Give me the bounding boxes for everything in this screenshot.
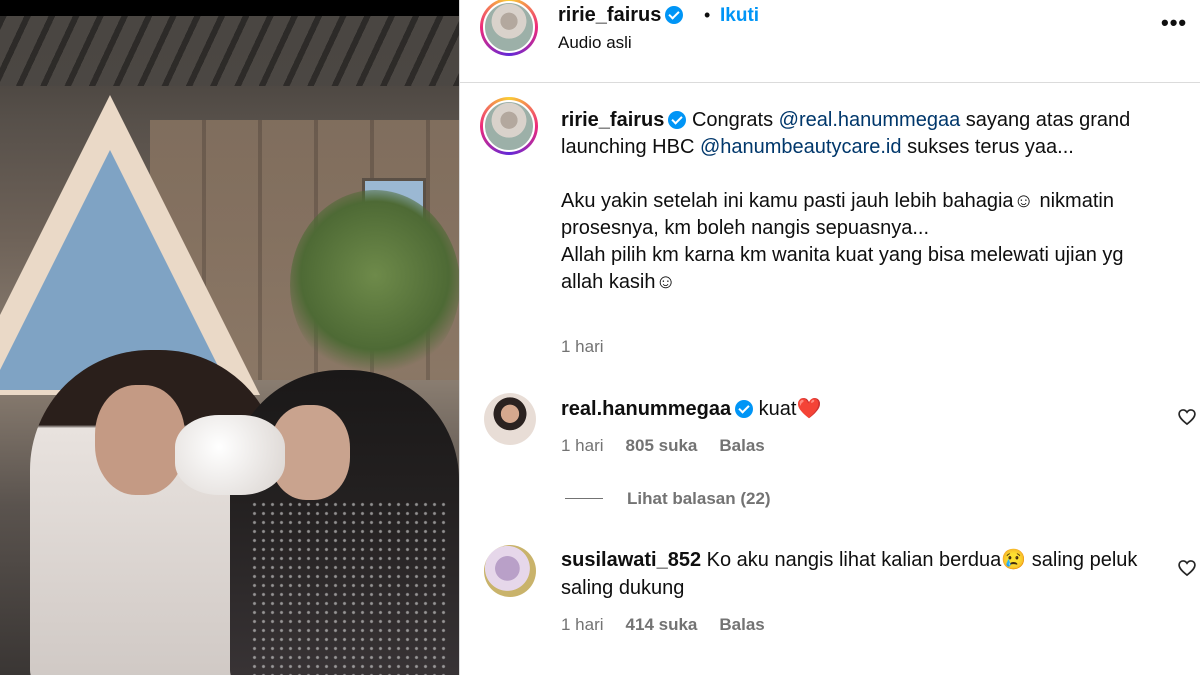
heart-icon[interactable] (1177, 558, 1197, 578)
header-divider (460, 82, 1200, 83)
caption-username[interactable]: ririe_fairus (561, 109, 664, 131)
view-replies-button[interactable]: Lihat balasan (22) (627, 489, 771, 509)
caption-avatar[interactable] (480, 97, 538, 155)
comment-likes[interactable]: 414 suka (626, 615, 698, 634)
caption-text-3: sukses terus yaa... (901, 136, 1074, 158)
caption-text-1: Congrats (691, 109, 779, 131)
post-caption: ririe_fairus Congrats @real.hanummegaa s… (561, 107, 1171, 296)
comment-body: susilawati_852 Ko aku nangis lihat kalia… (561, 546, 1161, 602)
comment-timestamp[interactable]: 1 hari (561, 436, 604, 455)
comment-timestamp[interactable]: 1 hari (561, 615, 604, 634)
decor-tree (290, 190, 459, 380)
comment-likes[interactable]: 805 suka (626, 436, 698, 455)
verified-badge-icon (665, 6, 684, 24)
face-left (95, 385, 185, 495)
media-top-bar (0, 0, 459, 16)
reply-button[interactable]: Balas (719, 615, 764, 634)
verified-badge-icon (735, 400, 754, 418)
comment-username[interactable]: real.hanummegaa (561, 398, 731, 420)
caption-paragraph-3: Allah pilih km karna km wanita kuat yang… (561, 244, 1124, 293)
ruffle-sleeve (175, 415, 285, 495)
reply-button[interactable]: Balas (719, 436, 764, 455)
comment-avatar[interactable] (484, 545, 536, 597)
author-username[interactable]: ririe_fairus (558, 4, 684, 27)
comment-avatar[interactable] (484, 393, 536, 445)
caption-mention-2[interactable]: @hanumbeautycare.id (700, 136, 902, 158)
author-avatar[interactable] (480, 0, 538, 56)
sequin-dress (250, 500, 450, 675)
replies-line (565, 498, 603, 499)
ceiling-truss (0, 16, 459, 86)
author-avatar-image (483, 1, 535, 53)
more-horizontal-icon[interactable]: ••• (1161, 10, 1187, 36)
comment-body: real.hanummegaa kuat❤️ (561, 395, 1161, 423)
caption-timestamp[interactable]: 1 hari (561, 337, 604, 357)
comment-meta: 1 hari 414 suka Balas (561, 615, 765, 635)
author-username-text[interactable]: ririe_fairus (558, 4, 661, 26)
audio-label[interactable]: Audio asli (558, 33, 632, 53)
comment-meta: 1 hari 805 suka Balas (561, 436, 765, 456)
comments-panel: ririe_fairus • Ikuti Audio asli ••• riri… (460, 0, 1200, 675)
comment-username[interactable]: susilawati_852 (561, 549, 701, 571)
caption-mention-1[interactable]: @real.hanummegaa (779, 109, 961, 131)
caption-paragraph-2: Aku yakin setelah ini kamu pasti jauh le… (561, 190, 1114, 239)
comment-text: kuat❤️ (758, 398, 822, 420)
caption-avatar-image (483, 100, 535, 152)
heart-icon[interactable] (1177, 407, 1197, 427)
follow-button[interactable]: Ikuti (720, 5, 759, 27)
header-separator: • (704, 5, 711, 25)
verified-badge-icon (668, 111, 687, 129)
post-media[interactable] (0, 0, 459, 675)
